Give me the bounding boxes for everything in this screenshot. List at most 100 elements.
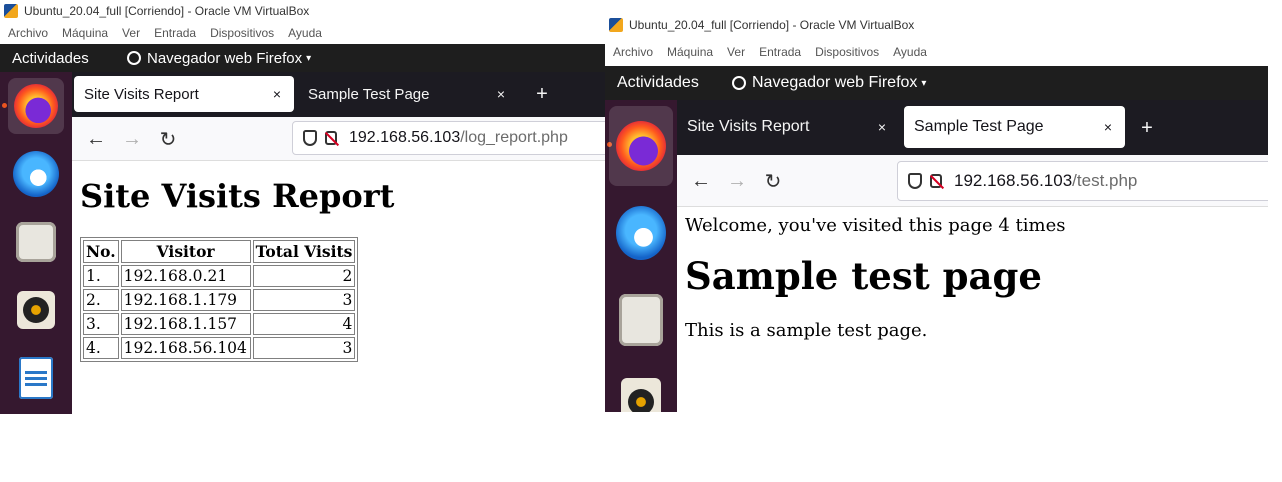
column-header: No. [83,240,119,263]
url-path: /test.php [1072,171,1138,190]
menu-maquina[interactable]: Máquina [62,26,108,40]
rhythmbox-icon [17,291,55,329]
forward-button[interactable]: → [116,123,148,155]
app-menu-button[interactable]: Navegador web Firefox ▾ [127,50,311,67]
menu-entrada[interactable]: Entrada [154,26,196,40]
dock-files[interactable] [8,214,64,270]
tab-strip: Site Visits Report × Sample Test Page × … [72,72,605,117]
menu-archivo[interactable]: Archivo [613,45,653,59]
thunderbird-icon [13,151,59,197]
table-row: 2. 192.168.1.179 3 [83,289,356,311]
app-menu-label: Navegador web Firefox [147,49,303,67]
window-title: Ubuntu_20.04_full [Corriendo] - Oracle V… [24,4,310,18]
page-heading: Sample test page [685,254,1042,298]
close-icon[interactable]: × [1097,119,1119,135]
window-title-bar: Ubuntu_20.04_full [Corriendo] - Oracle V… [605,14,1268,36]
insecure-lock-icon[interactable] [930,174,942,188]
table-cell: 192.168.0.21 [120,265,251,287]
menu-archivo[interactable]: Archivo [8,26,48,40]
page-content: Site Visits Report No. Visitor Total Vis… [72,161,605,414]
tab-site-visits-report[interactable]: Site Visits Report × [677,106,899,148]
table-cell: 4 [252,313,356,335]
dock [605,100,677,412]
activities-button[interactable]: Actividades [12,50,127,67]
window-title: Ubuntu_20.04_full [Corriendo] - Oracle V… [629,18,915,32]
menu-ver[interactable]: Ver [122,26,140,40]
tab-label: Site Visits Report [84,85,199,103]
back-button[interactable]: ← [80,123,112,155]
firefox-icon [127,51,141,65]
dock-firefox[interactable] [8,78,64,134]
table-cell: 3 [252,337,356,359]
table-row: 1. 192.168.0.21 2 [83,265,356,287]
dock-thunderbird[interactable] [8,146,64,202]
url-path: /log_report.php [460,129,568,146]
dock-libreoffice-writer[interactable] [8,350,64,406]
visits-table: No. Visitor Total Visits 1. 192.168.0.21… [80,237,359,362]
new-tab-button[interactable]: + [1132,110,1162,146]
gnome-top-bar: Actividades Navegador web Firefox ▾ [0,44,605,72]
activities-button[interactable]: Actividades [617,74,732,92]
url-bar[interactable]: 192.168.56.103/test.php [897,161,1268,201]
virtualbox-logo-icon [609,18,623,32]
url-host: 192.168.56.103 [349,129,461,146]
table-cell: 4. [83,337,119,359]
tab-label: Sample Test Page [308,85,430,103]
firefox-icon [616,121,666,171]
menu-dispositivos[interactable]: Dispositivos [210,26,274,40]
close-icon[interactable]: × [490,86,512,102]
running-indicator [2,103,7,108]
virtualbox-logo-icon [4,4,18,18]
app-menu-label: Navegador web Firefox [752,74,918,91]
reload-button[interactable]: ↻ [152,123,184,155]
tab-sample-test-page[interactable]: Sample Test Page × [298,76,518,112]
page-content: Welcome, you've visited this page 4 time… [677,207,1268,412]
window-title-bar: Ubuntu_20.04_full [Corriendo] - Oracle V… [0,0,605,22]
menu-ayuda[interactable]: Ayuda [288,26,322,40]
navigation-toolbar: ← → ↻ 192.168.56.103/test.php [677,155,1268,207]
menu-dispositivos[interactable]: Dispositivos [815,45,879,59]
close-icon[interactable]: × [871,119,893,135]
thunderbird-icon [616,206,666,260]
virtualbox-menu-bar: Archivo Máquina Ver Entrada Dispositivos… [605,41,1268,63]
table-header-row: No. Visitor Total Visits [83,240,356,263]
dock-firefox[interactable] [609,106,673,186]
reload-button[interactable]: ↻ [757,165,789,197]
rhythmbox-icon [621,378,661,412]
table-cell: 1. [83,265,119,287]
menu-maquina[interactable]: Máquina [667,45,713,59]
dock-thunderbird[interactable] [613,198,669,268]
menu-entrada[interactable]: Entrada [759,45,801,59]
menu-ayuda[interactable]: Ayuda [893,45,927,59]
tab-label: Site Visits Report [687,118,810,135]
gnome-top-bar: Actividades Navegador web Firefox ▾ [605,66,1268,100]
table-row: 3. 192.168.1.157 4 [83,313,356,335]
chevron-down-icon: ▾ [306,52,312,64]
table-cell: 192.168.56.104 [120,337,251,359]
shield-icon[interactable] [908,173,922,189]
virtualbox-menu-bar: Archivo Máquina Ver Entrada Dispositivos… [0,22,605,44]
dock-rhythmbox[interactable] [8,282,64,338]
table-cell: 192.168.1.157 [120,313,251,335]
forward-button[interactable]: → [721,165,753,197]
chevron-down-icon: ▾ [921,77,927,89]
libreoffice-writer-icon [19,357,53,399]
back-button[interactable]: ← [685,165,717,197]
shield-icon[interactable] [303,130,317,146]
table-cell: 3 [252,289,356,311]
column-header: Visitor [120,240,251,263]
url-bar[interactable]: 192.168.56.103/log_report.php [292,121,605,155]
close-icon[interactable]: × [266,86,288,102]
new-tab-button[interactable]: + [527,76,557,112]
tab-site-visits-report[interactable]: Site Visits Report × [74,76,294,112]
table-cell: 192.168.1.179 [120,289,251,311]
url-host: 192.168.56.103 [954,171,1073,190]
menu-ver[interactable]: Ver [727,45,745,59]
tab-sample-test-page[interactable]: Sample Test Page × [904,106,1125,148]
app-menu-button[interactable]: Navegador web Firefox ▾ [732,74,926,92]
dock-files[interactable] [613,285,669,355]
dock-rhythmbox[interactable] [613,372,669,412]
vm-window-right: Ubuntu_20.04_full [Corriendo] - Oracle V… [605,12,1268,412]
welcome-message: Welcome, you've visited this page 4 time… [685,215,1066,236]
insecure-lock-icon[interactable] [325,131,337,145]
